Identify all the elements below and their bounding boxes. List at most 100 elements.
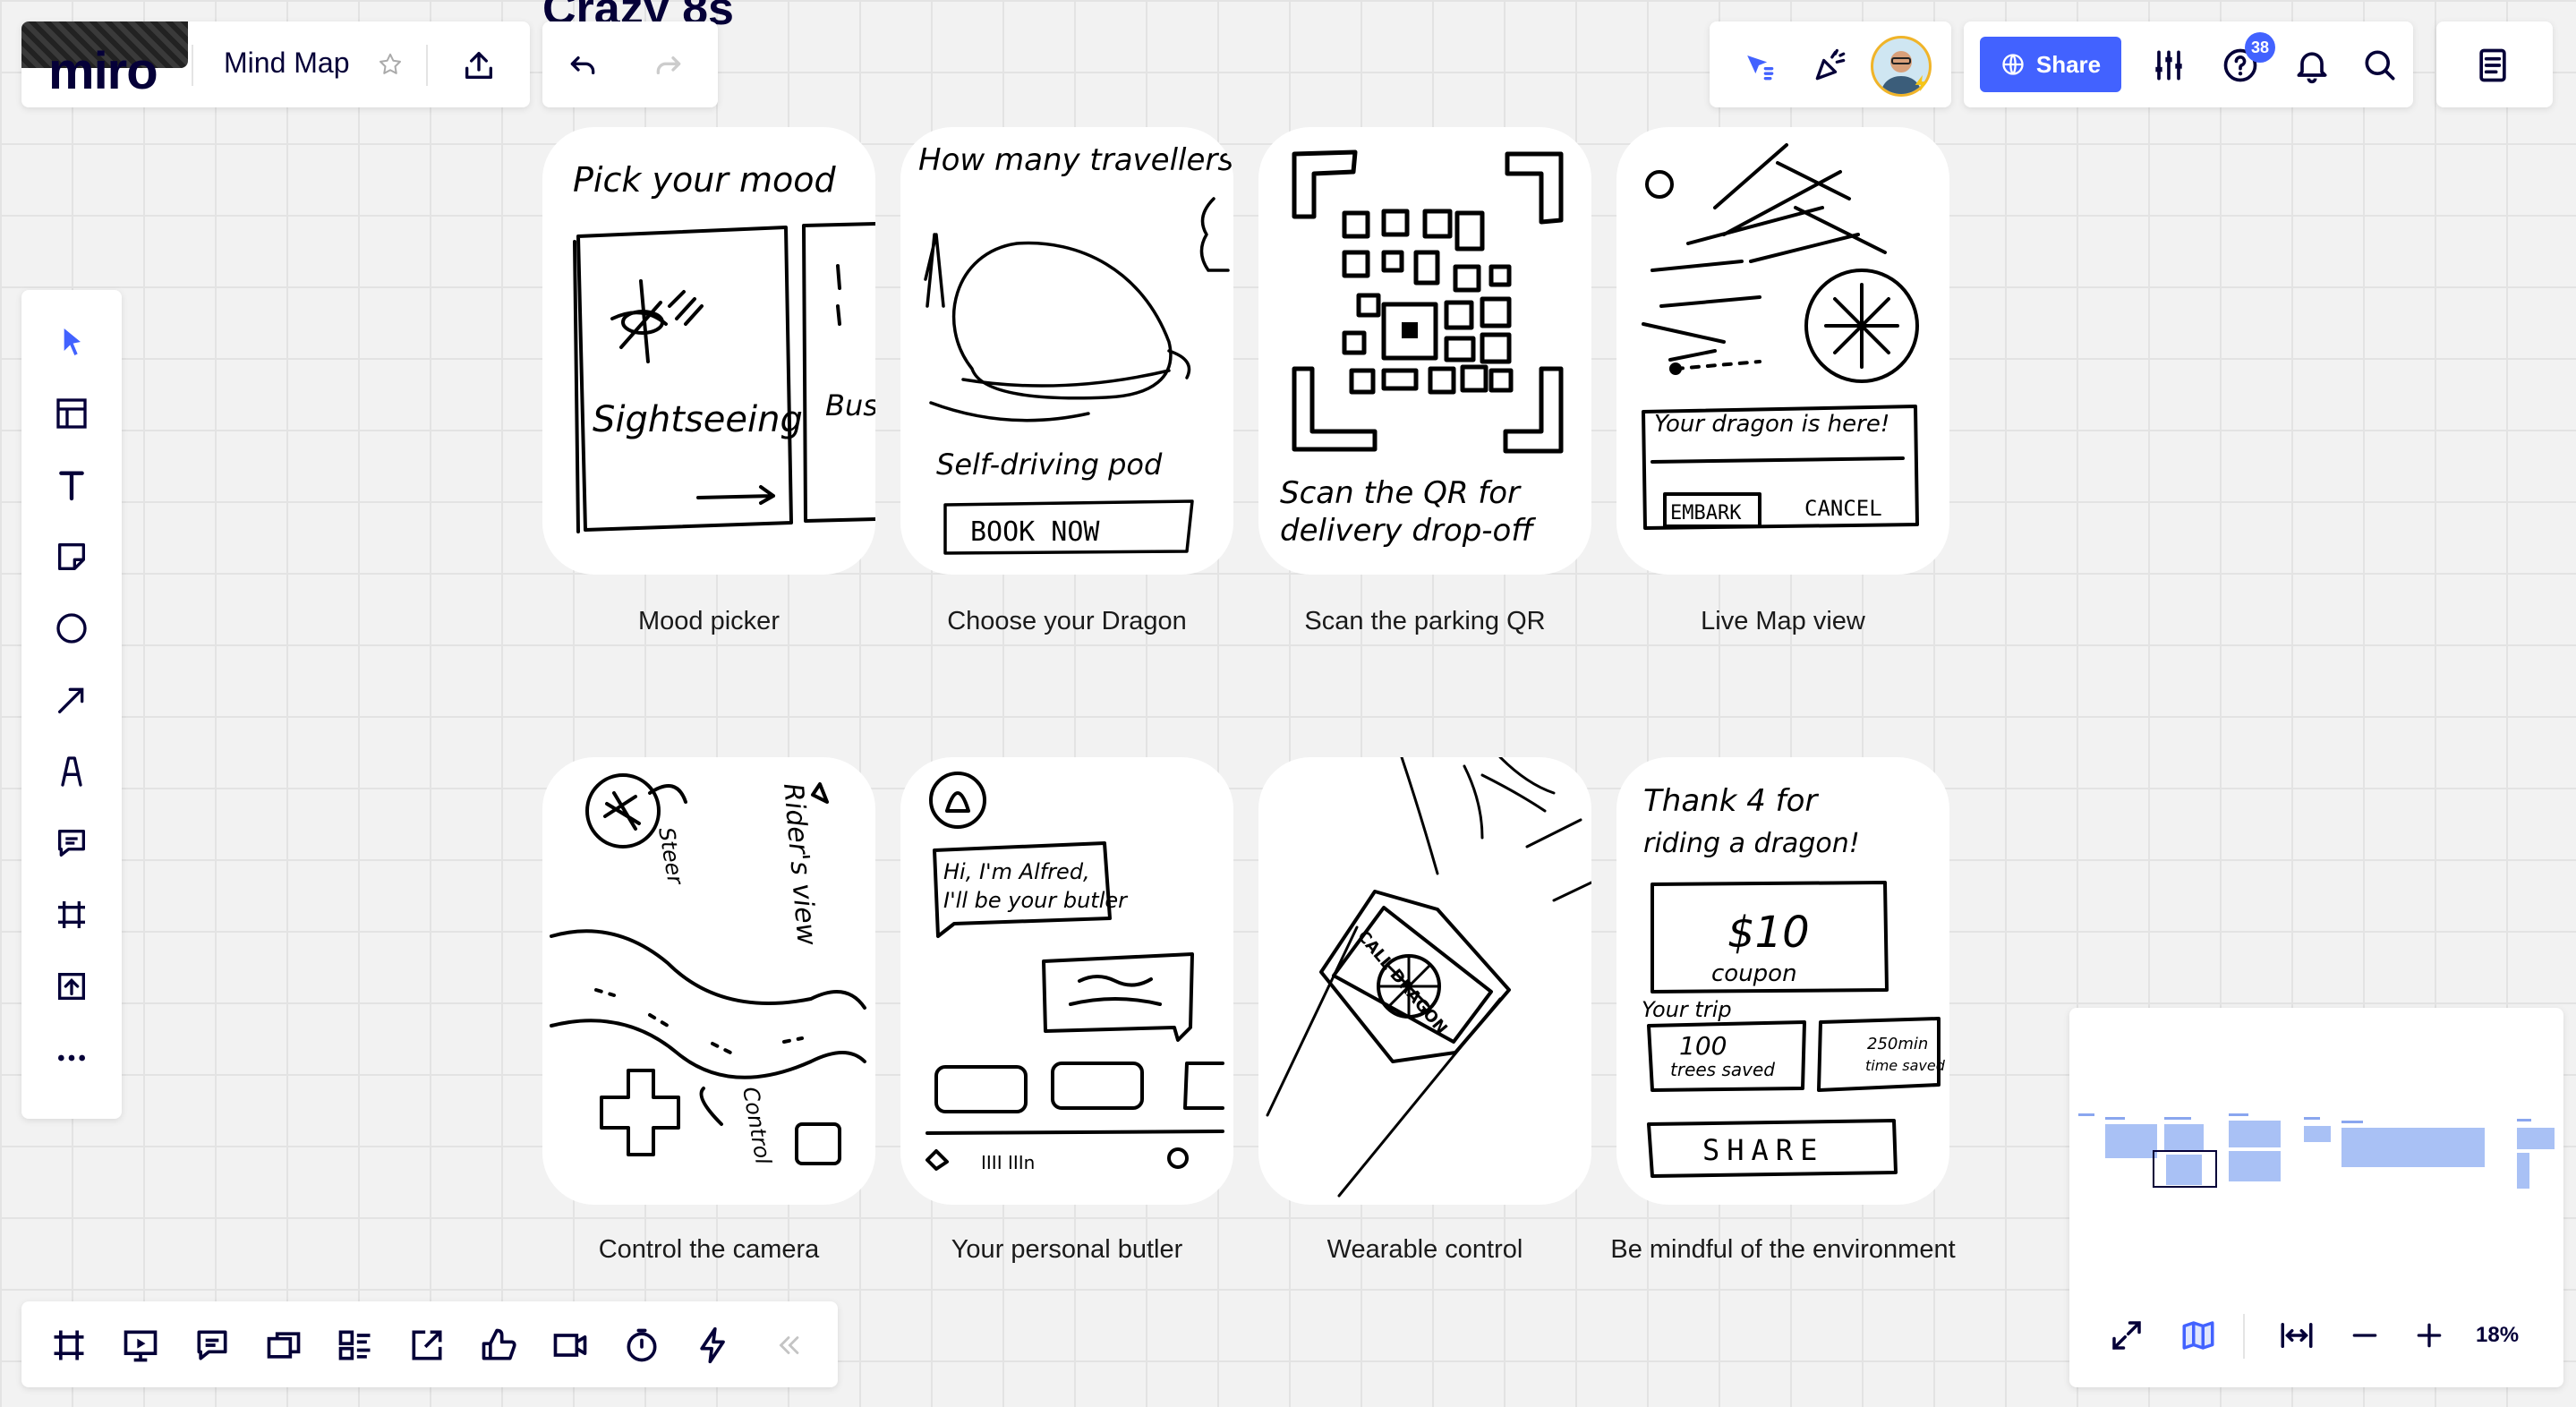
line-arrow-icon[interactable] <box>47 675 97 725</box>
select-tool-icon[interactable] <box>47 317 97 367</box>
screen-share-icon[interactable] <box>261 1323 306 1368</box>
personal-butler-sketch: IIII IIIn Hi, I'm Alfred, I'll be your b… <box>925 772 1224 1173</box>
sketch-card-personal-butler[interactable]: IIII IIIn Hi, I'm Alfred, I'll be your b… <box>900 757 1233 1205</box>
sketch-card-wearable[interactable]: CALL DRAGON <box>1258 757 1591 1205</box>
presentation-icon[interactable] <box>118 1323 163 1368</box>
riders-view-label: Rider's view <box>777 782 823 947</box>
comments-icon[interactable] <box>190 1323 235 1368</box>
share-panel: Share 38 <box>1964 21 2413 107</box>
sightseeing-label: Sightseeing <box>593 399 803 440</box>
scan-qr-sketch: Scan the QR for delivery drop-off <box>1280 149 1564 549</box>
left-toolbar <box>21 290 122 1119</box>
card-list-icon[interactable] <box>333 1323 378 1368</box>
collaboration-panel <box>1710 21 1951 107</box>
card-caption: Control the camera <box>598 1235 820 1264</box>
more-icon[interactable] <box>47 1033 97 1083</box>
sticky-note-icon[interactable] <box>47 532 97 582</box>
card-caption: Live Map view <box>1701 607 1865 635</box>
pen-icon[interactable] <box>47 746 97 797</box>
minimap-view[interactable] <box>2069 1008 2563 1276</box>
thank-you-message: Thank 4 for <box>1643 783 1819 819</box>
trees-saved-label: trees saved <box>1670 1059 1775 1080</box>
globe-icon <box>2002 54 2024 75</box>
miro-logo[interactable]: miro <box>48 41 158 101</box>
frame-icon[interactable] <box>47 890 97 940</box>
settings-sliders-icon[interactable] <box>2146 43 2191 88</box>
lightning-icon[interactable] <box>691 1323 736 1368</box>
riding-dragon-message: riding a dragon! <box>1643 828 1860 859</box>
redo-icon[interactable] <box>648 45 689 86</box>
card-caption: Scan the parking QR <box>1304 607 1546 635</box>
trees-count: 100 <box>1679 1031 1727 1061</box>
time-saved-label: time saved <box>1865 1057 1946 1074</box>
control-camera-sketch: Steer Rider's view Control <box>550 773 866 1166</box>
minimap-panel: 18% <box>2069 1008 2563 1387</box>
zoom-in-icon[interactable] <box>2408 1314 2451 1357</box>
share-button[interactable]: Share <box>1980 37 2121 92</box>
minimap-thumbnails <box>2078 1113 2555 1189</box>
card-caption: Your personal butler <box>951 1235 1183 1264</box>
video-call-icon[interactable] <box>548 1323 593 1368</box>
bottom-toolbar <box>21 1301 838 1387</box>
share-label: Share <box>2035 50 2102 78</box>
board-title[interactable]: Mind Map <box>224 47 350 80</box>
text-tool-icon[interactable] <box>47 460 97 510</box>
coupon-amount: $10 <box>1727 908 1810 958</box>
call-dragon-label: CALL DRAGON <box>1353 927 1451 1038</box>
fit-to-screen-icon[interactable] <box>2275 1314 2318 1357</box>
sketch-card-environment[interactable]: Thank 4 for riding a dragon! $10 coupon … <box>1616 757 1949 1205</box>
undo-redo-panel <box>542 21 718 107</box>
search-icon[interactable] <box>2358 43 2402 88</box>
dragon-here-message: Your dragon is here! <box>1654 411 1889 438</box>
bus-label: Bus <box>825 388 875 422</box>
environment-sketch: Thank 4 for riding a dragon! $10 coupon … <box>1642 783 1946 1178</box>
sketch-card-choose-dragon[interactable]: How many travellers? Self-driving pod BO… <box>900 127 1233 575</box>
sketch-card-control-camera[interactable]: Steer Rider's view Control <box>542 757 875 1205</box>
lightning-badge-icon <box>1912 73 1932 93</box>
share-out-icon[interactable] <box>405 1323 449 1368</box>
templates-icon[interactable] <box>47 388 97 439</box>
zoom-level[interactable]: 18% <box>2476 1323 2519 1348</box>
cancel-label: CANCEL <box>1804 496 1882 521</box>
card-caption: Wearable control <box>1326 1235 1523 1264</box>
control-label: Control <box>738 1085 776 1166</box>
fullscreen-icon[interactable] <box>2105 1314 2148 1357</box>
alfred-greeting: Hi, I'm Alfred, <box>943 859 1090 884</box>
notification-count-badge: 38 <box>2245 32 2275 63</box>
timer-icon[interactable] <box>619 1323 664 1368</box>
signal-marks: IIII IIIn <box>981 1152 1035 1173</box>
book-now-label: BOOK NOW <box>970 516 1100 548</box>
export-icon[interactable] <box>458 45 499 86</box>
time-saved-value: 250min <box>1867 1035 1928 1053</box>
undo-icon[interactable] <box>562 45 603 86</box>
celebrate-icon[interactable] <box>1808 43 1853 88</box>
scan-qr-instruction: Scan the QR for <box>1280 475 1522 511</box>
vote-thumbs-up-icon[interactable] <box>476 1323 521 1368</box>
travellers-question: How many travellers? <box>918 142 1233 178</box>
embark-label: EMBARK <box>1670 502 1742 524</box>
bell-icon[interactable] <box>2290 43 2334 88</box>
board-header: miro Mind Map <box>21 21 530 107</box>
star-icon[interactable] <box>374 48 406 81</box>
card-caption: Mood picker <box>638 607 780 635</box>
zoom-out-icon[interactable] <box>2343 1314 2386 1357</box>
sketch-card-mood-picker[interactable]: Pick your mood Sightseeing Bus <box>542 127 875 575</box>
frames-icon[interactable] <box>47 1323 91 1368</box>
follow-cursor-icon[interactable] <box>1736 43 1781 88</box>
butler-intro: I'll be your butler <box>943 888 1129 913</box>
coupon-label: coupon <box>1711 960 1797 987</box>
upload-icon[interactable] <box>47 961 97 1011</box>
delivery-drop-off-text: delivery drop-off <box>1280 513 1536 549</box>
comment-icon[interactable] <box>47 818 97 868</box>
collapse-toolbar-icon[interactable] <box>770 1326 807 1364</box>
your-trip-label: Your trip <box>1642 997 1732 1022</box>
sketch-card-scan-qr[interactable]: Scan the QR for delivery drop-off <box>1258 127 1591 575</box>
wearable-sketch: CALL DRAGON <box>1266 757 1591 1198</box>
sketch-card-live-map[interactable]: Your dragon is here! EMBARK CANCEL <box>1616 127 1949 575</box>
notes-icon[interactable] <box>2470 43 2515 88</box>
live-map-sketch: Your dragon is here! EMBARK CANCEL <box>1642 143 1919 530</box>
mood-picker-sketch: Pick your mood Sightseeing Bus <box>573 160 875 533</box>
map-toggle-icon[interactable] <box>2177 1314 2220 1357</box>
shape-tool-icon[interactable] <box>47 603 97 653</box>
steer-label: Steer <box>653 825 688 888</box>
